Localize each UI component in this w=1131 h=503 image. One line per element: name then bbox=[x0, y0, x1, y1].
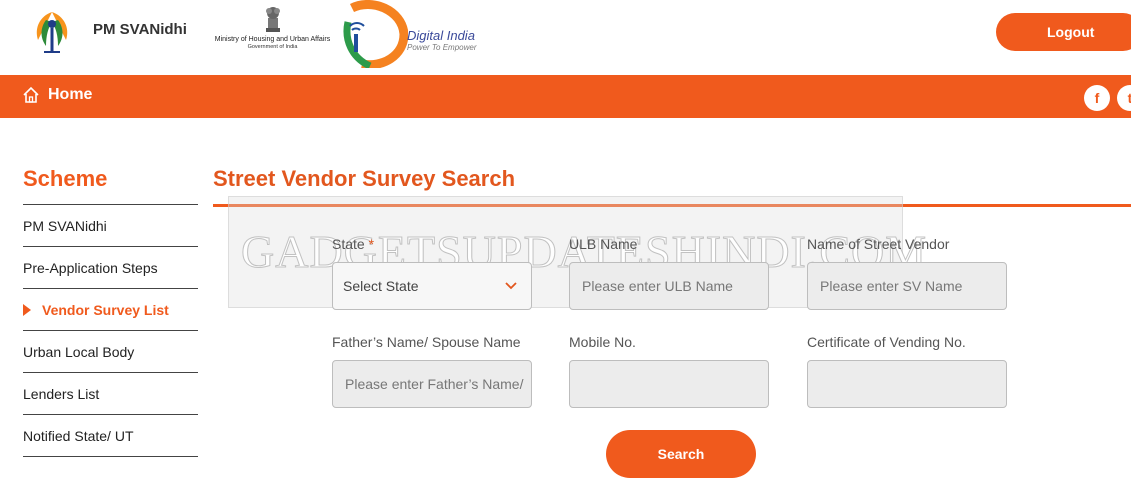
national-emblem-icon bbox=[265, 7, 280, 32]
brand-title: PM SVANidhi bbox=[93, 21, 187, 38]
home-icon bbox=[23, 86, 39, 103]
mobile-label: Mobile No. bbox=[569, 334, 636, 350]
ulb-name-field[interactable] bbox=[569, 262, 769, 310]
digital-india-logo-icon bbox=[342, 0, 409, 70]
chevron-down-icon bbox=[505, 282, 517, 290]
nav-home-link[interactable]: Home bbox=[22, 86, 92, 104]
required-mark: * bbox=[368, 236, 375, 252]
facebook-icon[interactable]: f bbox=[1084, 85, 1110, 111]
cov-label: Certificate of Vending No. bbox=[807, 334, 966, 350]
twitter-icon[interactable]: t bbox=[1117, 85, 1131, 111]
government-name: Government of India bbox=[247, 44, 298, 50]
search-button[interactable]: Search bbox=[606, 430, 756, 478]
ulb-name-label: ULB Name bbox=[569, 236, 638, 252]
ulb-name-input[interactable] bbox=[582, 278, 768, 294]
mobile-field[interactable] bbox=[569, 360, 769, 408]
state-select[interactable]: Select State bbox=[332, 262, 532, 310]
mobile-input[interactable] bbox=[582, 376, 768, 392]
svanidhi-logo-icon[interactable] bbox=[26, 6, 78, 58]
sidebar-item-label: Vendor Survey List bbox=[42, 301, 169, 318]
main-navbar: Home f t bbox=[0, 75, 1131, 118]
sidebar-item-label: Notified State/ UT bbox=[23, 427, 134, 444]
vendor-name-field[interactable] bbox=[807, 262, 1007, 310]
digital-india-tagline: Power To Empower bbox=[407, 43, 477, 52]
sidebar-item-label: Lenders List bbox=[23, 385, 100, 402]
sidebar-item-lenders-list[interactable]: Lenders List bbox=[23, 373, 198, 415]
caret-right-icon bbox=[23, 303, 31, 316]
digital-india-title: Digital India bbox=[407, 28, 475, 43]
site-header: PM SVANidhi Ministry of Housing and Urba… bbox=[0, 0, 1131, 75]
scheme-sidebar: Scheme PM SVANidhi Pre-Application Steps… bbox=[23, 162, 198, 457]
ministry-logo: Ministry of Housing and Urban Affairs Go… bbox=[210, 4, 335, 64]
ministry-name: Ministry of Housing and Urban Affairs bbox=[214, 36, 331, 43]
father-name-field[interactable] bbox=[332, 360, 532, 408]
page-title: Street Vendor Survey Search bbox=[213, 166, 516, 191]
state-select-value: Select State bbox=[343, 278, 419, 294]
state-label: State * bbox=[332, 236, 374, 252]
sidebar-item-label: Pre-Application Steps bbox=[23, 259, 158, 276]
sidebar-item-pm-svanidhi[interactable]: PM SVANidhi bbox=[23, 205, 198, 247]
cov-field[interactable] bbox=[807, 360, 1007, 408]
father-name-input[interactable] bbox=[345, 376, 531, 392]
sidebar-title: Scheme bbox=[23, 162, 198, 205]
cov-input[interactable] bbox=[820, 376, 1006, 392]
logout-button[interactable]: Logout bbox=[996, 13, 1131, 51]
state-label-text: State bbox=[332, 236, 365, 252]
sidebar-item-vendor-survey-list[interactable]: Vendor Survey List bbox=[23, 289, 198, 331]
father-name-label: Father’s Name/ Spouse Name bbox=[332, 334, 521, 350]
vendor-name-label: Name of Street Vendor bbox=[807, 236, 950, 252]
sidebar-item-urban-local-body[interactable]: Urban Local Body bbox=[23, 331, 198, 373]
sidebar-item-notified-state-ut[interactable]: Notified State/ UT bbox=[23, 415, 198, 457]
nav-home-label: Home bbox=[48, 86, 93, 103]
sidebar-item-label: PM SVANidhi bbox=[23, 217, 107, 234]
sidebar-item-label: Urban Local Body bbox=[23, 343, 135, 360]
vendor-name-input[interactable] bbox=[820, 278, 1006, 294]
sidebar-item-pre-application-steps[interactable]: Pre-Application Steps bbox=[23, 247, 198, 289]
watermark: GADGETSUPDATESHINDI.COM bbox=[228, 196, 927, 308]
